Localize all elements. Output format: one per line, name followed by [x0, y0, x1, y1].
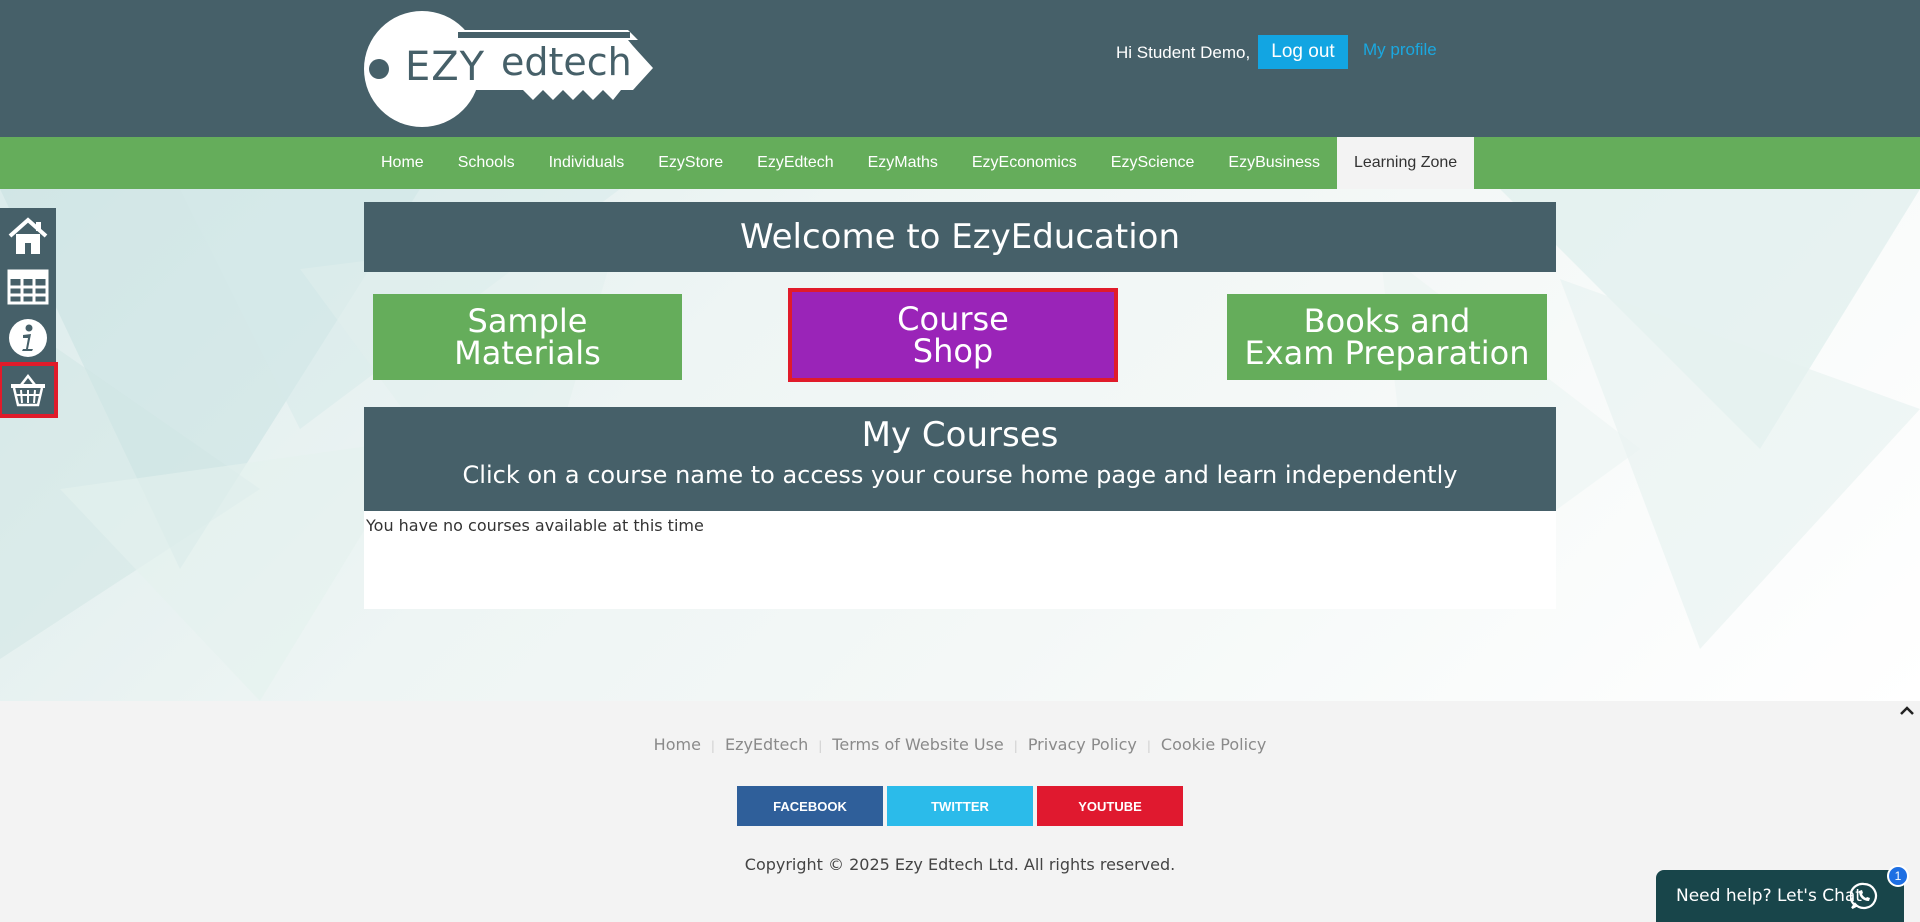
divider: |	[710, 739, 715, 753]
whatsapp-icon	[1850, 882, 1878, 910]
side-toolbar	[0, 208, 58, 418]
footer-links: Home | EzyEdtech | Terms of Website Use | Priv…	[0, 735, 1920, 754]
grid-icon	[7, 269, 49, 305]
nav-item-ezyscience[interactable]: EzyScience	[1094, 137, 1212, 189]
my-profile-link[interactable]: My profile	[1363, 40, 1437, 60]
books-exam-preparation-tile[interactable]: Books and Exam Preparation	[1227, 294, 1547, 380]
basket-icon	[11, 373, 45, 407]
footer-link-ezyedtech[interactable]: EzyEdtech	[725, 735, 808, 754]
nav-item-ezybusiness[interactable]: EzyBusiness	[1211, 137, 1337, 189]
tile-line: Shop	[912, 332, 994, 370]
tile-line: Materials	[454, 334, 601, 372]
facebook-button[interactable]: FACEBOOK	[737, 786, 883, 826]
chat-label: Need help? Let's Chat	[1676, 886, 1862, 906]
tile-line: Exam Preparation	[1244, 334, 1530, 372]
nav-item-learning-zone[interactable]: Learning Zone	[1336, 137, 1475, 189]
nav-item-ezyeconomics[interactable]: EzyEconomics	[955, 137, 1094, 189]
divider: |	[1013, 739, 1018, 753]
twitter-button[interactable]: TWITTER	[887, 786, 1033, 826]
welcome-banner: Welcome to EzyEducation	[364, 202, 1556, 272]
tile-line: Sample	[467, 302, 588, 340]
nav-item-individuals[interactable]: Individuals	[532, 137, 642, 189]
chat-widget-button[interactable]: Need help? Let's Chat	[1656, 870, 1904, 922]
logo-text-edtech: edtech	[501, 40, 632, 84]
divider: |	[818, 739, 823, 753]
main-nav: Home Schools Individuals EzyStore EzyEdt…	[0, 137, 1920, 189]
course-shop-tile[interactable]: Course Shop	[788, 288, 1118, 382]
scroll-to-top-button[interactable]	[1898, 702, 1916, 720]
footer-link-home[interactable]: Home	[654, 735, 701, 754]
logo-text-ezy: EZY	[405, 44, 486, 90]
home-icon	[8, 217, 48, 254]
my-courses-subtitle: Click on a course name to access your co…	[462, 461, 1458, 489]
sample-materials-tile[interactable]: Sample Materials	[373, 294, 682, 380]
youtube-button[interactable]: YOUTUBE	[1037, 786, 1183, 826]
no-courses-message: You have no courses available at this ti…	[366, 516, 704, 535]
tile-line: Course	[897, 300, 1009, 338]
divider: |	[1146, 739, 1151, 753]
copyright-text: Copyright © 2025 Ezy Edtech Ltd. All rig…	[744, 855, 1176, 874]
tile-line: Books and	[1303, 302, 1471, 340]
footer-link-privacy[interactable]: Privacy Policy	[1028, 735, 1137, 754]
footer-link-terms[interactable]: Terms of Website Use	[832, 735, 1003, 754]
info-icon	[9, 319, 47, 357]
sidebar-home-button[interactable]	[0, 210, 56, 262]
site-header: EZY edtech Hi Student Demo, Log out My p…	[0, 0, 1920, 137]
my-courses-title: My Courses	[861, 415, 1059, 455]
nav-item-home[interactable]: Home	[364, 137, 441, 189]
my-courses-header: My Courses Click on a course name to acc…	[364, 407, 1556, 511]
chat-notification-badge: 1	[1887, 865, 1909, 887]
nav-item-schools[interactable]: Schools	[441, 137, 532, 189]
sidebar-grid-button[interactable]	[0, 261, 56, 313]
nav-item-ezyedtech[interactable]: EzyEdtech	[740, 137, 850, 189]
course-list: You have no courses available at this ti…	[364, 511, 1556, 609]
sidebar-info-button[interactable]	[0, 312, 56, 364]
ezy-edtech-logo[interactable]: EZY edtech	[363, 10, 663, 128]
sidebar-basket-button[interactable]	[0, 362, 58, 418]
nav-item-ezystore[interactable]: EzyStore	[641, 137, 740, 189]
nav-item-ezymaths[interactable]: EzyMaths	[851, 137, 955, 189]
user-greeting: Hi Student Demo,	[1116, 43, 1251, 62]
chevron-up-icon	[1900, 706, 1914, 715]
logout-button[interactable]: Log out	[1258, 35, 1348, 69]
footer-link-cookie[interactable]: Cookie Policy	[1161, 735, 1266, 754]
